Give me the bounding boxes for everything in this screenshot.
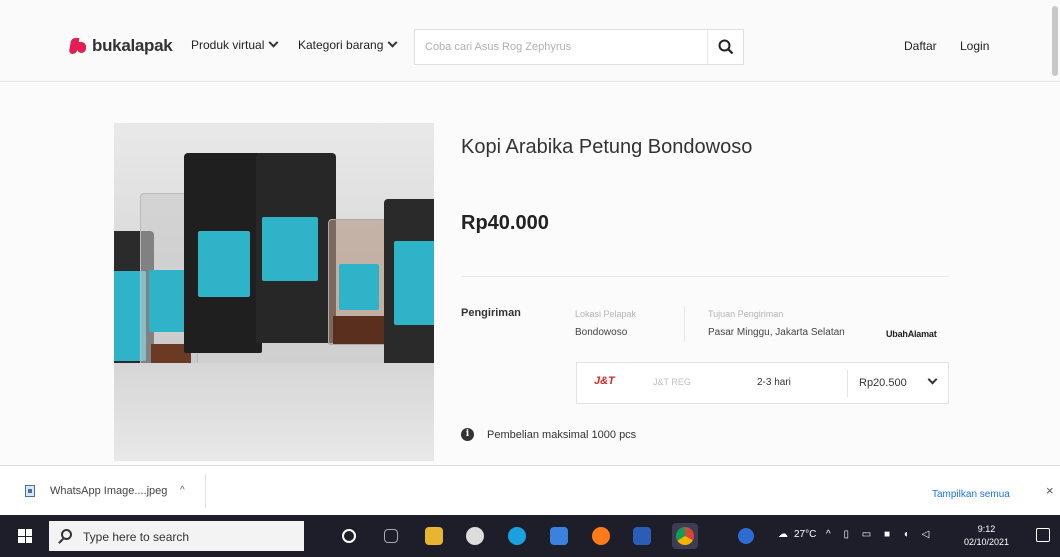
shipping-label: Pengiriman bbox=[461, 307, 521, 319]
windows-taskbar: Type here to search ☁ 27°C ^ ▯ ▭ ■ ◖ ◁ 9… bbox=[0, 515, 1060, 557]
chevron-down-icon bbox=[268, 37, 279, 48]
taskbar-search-text: Type here to search bbox=[83, 530, 190, 544]
divider bbox=[684, 306, 685, 342]
app-icon[interactable] bbox=[466, 527, 484, 545]
daftar-link[interactable]: Daftar bbox=[904, 39, 937, 53]
divider bbox=[461, 276, 949, 277]
image-file-icon bbox=[25, 485, 35, 497]
product-title: Kopi Arabika Petung Bondowoso bbox=[461, 136, 753, 158]
destination-caption: Tujuan Pengiriman bbox=[708, 309, 784, 319]
nav-kategori-barang[interactable]: Kategori barang bbox=[298, 37, 398, 52]
close-download-bar-button[interactable]: × bbox=[1046, 483, 1054, 498]
purchase-limit-note: Pembelian maksimal 1000 pcs bbox=[487, 429, 637, 441]
app-icon[interactable] bbox=[550, 527, 568, 545]
firefox-icon[interactable] bbox=[592, 527, 610, 545]
jnt-logo: J&T bbox=[594, 375, 615, 387]
divider bbox=[847, 370, 848, 397]
logo-text: bukalapak bbox=[92, 36, 173, 55]
clock-time: 9:12 bbox=[977, 524, 996, 534]
origin-caption: Lokasi Pelapak bbox=[575, 309, 637, 319]
change-address-link[interactable]: UbahAlamat bbox=[886, 329, 937, 339]
cortana-icon[interactable] bbox=[342, 529, 356, 543]
help-icon[interactable] bbox=[738, 528, 754, 544]
taskbar-clock[interactable]: 9:12 02/10/2021 bbox=[964, 523, 1009, 549]
shipping-cost: Rp20.500 bbox=[859, 377, 907, 389]
file-explorer-icon[interactable] bbox=[425, 527, 443, 545]
coffee-bag bbox=[256, 153, 336, 343]
coffee-bag bbox=[328, 219, 388, 345]
destination-value: Pasar Minggu, Jakarta Selatan bbox=[708, 327, 845, 338]
nav-produk-virtual-label: Produk virtual bbox=[191, 38, 265, 52]
weather-icon[interactable]: ☁ bbox=[778, 529, 788, 540]
info-icon: i bbox=[461, 428, 474, 441]
taskbar-search[interactable]: Type here to search bbox=[49, 521, 304, 551]
coffee-bag bbox=[184, 153, 262, 353]
search-icon bbox=[718, 39, 733, 55]
download-file-name[interactable]: WhatsApp Image....jpeg bbox=[50, 485, 167, 497]
system-tray-icons[interactable]: ^ ▯ ▭ ■ ◖ ◁ bbox=[826, 529, 934, 540]
search-icon bbox=[61, 529, 72, 540]
courier-select[interactable]: J&T J&T REG 2-3 hari Rp20.500 bbox=[576, 362, 949, 404]
weather-temperature[interactable]: 27°C bbox=[794, 529, 816, 540]
chevron-down-icon bbox=[927, 374, 938, 385]
show-all-downloads-button[interactable]: Tampilkan semua bbox=[932, 484, 1010, 504]
search-bar bbox=[414, 29, 744, 65]
bukalapak-logo[interactable]: bukalapak bbox=[68, 36, 173, 56]
windows-start-icon[interactable] bbox=[18, 529, 32, 543]
edge-icon[interactable] bbox=[508, 527, 526, 545]
nav-produk-virtual[interactable]: Produk virtual bbox=[191, 37, 279, 52]
download-bar: WhatsApp Image....jpeg ^ Tampilkan semua… bbox=[0, 465, 1060, 515]
clock-date: 02/10/2021 bbox=[964, 537, 1010, 547]
chevron-up-icon[interactable]: ^ bbox=[180, 485, 185, 496]
origin-value: Bondowoso bbox=[575, 327, 628, 338]
courier-name: J&T REG bbox=[653, 377, 691, 387]
login-link[interactable]: Login bbox=[960, 39, 989, 53]
bukalapak-logo-icon bbox=[68, 36, 88, 56]
chevron-down-icon bbox=[387, 37, 398, 48]
notification-icon[interactable] bbox=[1036, 528, 1050, 542]
table-surface bbox=[114, 363, 434, 461]
delivery-estimate: 2-3 hari bbox=[757, 377, 791, 388]
product-image[interactable] bbox=[114, 123, 434, 461]
site-header: bukalapak Produk virtual Kategori barang… bbox=[0, 0, 1060, 82]
page-scrollbar[interactable] bbox=[1052, 6, 1058, 76]
nav-kategori-barang-label: Kategori barang bbox=[298, 38, 384, 52]
task-view-icon[interactable] bbox=[384, 529, 398, 543]
chrome-icon[interactable] bbox=[672, 523, 698, 549]
divider bbox=[205, 474, 206, 508]
product-price: Rp40.000 bbox=[461, 212, 549, 234]
search-button[interactable] bbox=[707, 30, 743, 64]
word-icon[interactable] bbox=[633, 527, 651, 545]
coffee-bag bbox=[384, 199, 434, 367]
search-input[interactable] bbox=[425, 30, 705, 64]
